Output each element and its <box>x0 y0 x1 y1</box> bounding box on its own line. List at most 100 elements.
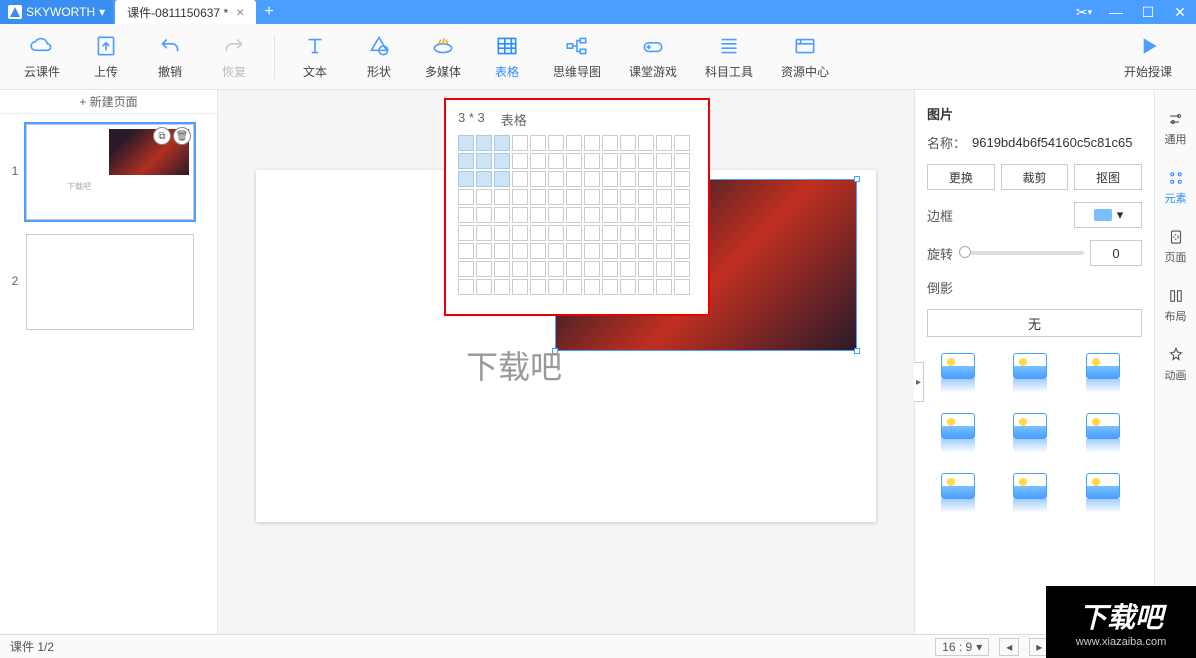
scissors-button[interactable]: ✂▾ <box>1068 0 1100 24</box>
table-grid-cell[interactable] <box>494 207 510 223</box>
table-grid-cell[interactable] <box>530 261 546 277</box>
table-grid-cell[interactable] <box>494 261 510 277</box>
reflect-preset[interactable] <box>941 473 981 513</box>
table-grid-cell[interactable] <box>476 279 492 295</box>
table-grid-cell[interactable] <box>530 279 546 295</box>
table-grid-cell[interactable] <box>548 171 564 187</box>
canvas-text[interactable]: 下载吧 <box>466 342 562 388</box>
table-grid-cell[interactable] <box>674 135 690 151</box>
reflect-preset[interactable] <box>1086 413 1126 453</box>
table-grid-cell[interactable] <box>476 135 492 151</box>
table-grid-cell[interactable] <box>476 153 492 169</box>
reflect-preset[interactable] <box>1086 353 1126 393</box>
table-grid-cell[interactable] <box>476 243 492 259</box>
table-grid-cell[interactable] <box>638 243 654 259</box>
table-grid-cell[interactable] <box>476 225 492 241</box>
table-grid-cell[interactable] <box>566 279 582 295</box>
table-grid-cell[interactable] <box>566 261 582 277</box>
table-grid-cell[interactable] <box>530 225 546 241</box>
table-grid-cell[interactable] <box>548 135 564 151</box>
table-grid-cell[interactable] <box>656 207 672 223</box>
table-grid-cell[interactable] <box>584 153 600 169</box>
shape-button[interactable]: 形状 <box>347 29 411 85</box>
text-button[interactable]: 文本 <box>283 29 347 85</box>
game-button[interactable]: 课堂游戏 <box>615 29 691 85</box>
table-grid-cell[interactable] <box>530 153 546 169</box>
slide-thumbnail-2[interactable]: 2 <box>0 224 217 334</box>
cutout-button[interactable]: 抠图 <box>1074 164 1142 190</box>
table-grid-cell[interactable] <box>530 135 546 151</box>
table-grid-cell[interactable] <box>548 243 564 259</box>
table-grid-cell[interactable] <box>620 189 636 205</box>
table-grid-cell[interactable] <box>548 207 564 223</box>
panel-toggle[interactable]: ▸ <box>914 362 924 402</box>
border-select[interactable]: ▾ <box>1074 202 1142 228</box>
table-grid-cell[interactable] <box>584 225 600 241</box>
table-grid-cell[interactable] <box>638 189 654 205</box>
table-grid-cell[interactable] <box>620 171 636 187</box>
table-grid-cell[interactable] <box>566 171 582 187</box>
table-grid-cell[interactable] <box>458 225 474 241</box>
table-grid-cell[interactable] <box>602 261 618 277</box>
reflect-preset[interactable] <box>1086 473 1126 513</box>
table-grid-cell[interactable] <box>584 135 600 151</box>
table-grid-cell[interactable] <box>458 135 474 151</box>
table-grid-cell[interactable] <box>584 207 600 223</box>
table-grid-cell[interactable] <box>458 279 474 295</box>
table-grid-cell[interactable] <box>566 207 582 223</box>
aspect-ratio-select[interactable]: 16 : 9 ▾ <box>935 638 989 656</box>
table-grid-cell[interactable] <box>512 153 528 169</box>
table-grid-cell[interactable] <box>548 261 564 277</box>
table-grid-cell[interactable] <box>458 261 474 277</box>
table-grid-cell[interactable] <box>602 207 618 223</box>
table-grid-cell[interactable] <box>566 225 582 241</box>
table-grid-cell[interactable] <box>602 171 618 187</box>
resource-button[interactable]: 资源中心 <box>767 29 843 85</box>
brand-menu[interactable]: SKYWORTH ▾ <box>0 0 113 24</box>
table-grid-cell[interactable] <box>566 153 582 169</box>
table-grid-cell[interactable] <box>530 243 546 259</box>
table-grid-cell[interactable] <box>638 225 654 241</box>
table-grid-cell[interactable] <box>584 189 600 205</box>
table-grid-cell[interactable] <box>638 153 654 169</box>
slide-thumbnail-1[interactable]: 1 ⧉ 🗑 下载吧 <box>0 114 217 224</box>
table-grid-cell[interactable] <box>674 189 690 205</box>
table-grid-cell[interactable] <box>674 171 690 187</box>
table-grid-cell[interactable] <box>566 243 582 259</box>
rail-general[interactable]: 通用 <box>1165 110 1187 147</box>
table-size-grid[interactable] <box>458 135 696 296</box>
table-grid-cell[interactable] <box>620 207 636 223</box>
table-grid-cell[interactable] <box>656 243 672 259</box>
table-grid-cell[interactable] <box>638 207 654 223</box>
table-grid-cell[interactable] <box>602 135 618 151</box>
prev-slide-button[interactable]: ◂ <box>999 638 1019 656</box>
table-grid-cell[interactable] <box>620 225 636 241</box>
table-grid-cell[interactable] <box>620 243 636 259</box>
table-grid-cell[interactable] <box>512 207 528 223</box>
table-grid-cell[interactable] <box>566 189 582 205</box>
table-grid-cell[interactable] <box>494 189 510 205</box>
resize-handle[interactable] <box>854 176 860 182</box>
table-grid-cell[interactable] <box>674 279 690 295</box>
crop-button[interactable]: 裁剪 <box>1001 164 1069 190</box>
delete-slide-button[interactable]: 🗑 <box>173 127 191 145</box>
rail-animation[interactable]: 动画 <box>1165 346 1187 383</box>
table-grid-cell[interactable] <box>620 279 636 295</box>
table-grid-cell[interactable] <box>458 189 474 205</box>
table-grid-cell[interactable] <box>602 189 618 205</box>
table-grid-cell[interactable] <box>584 261 600 277</box>
media-button[interactable]: 多媒体 <box>411 29 475 85</box>
table-grid-cell[interactable] <box>584 171 600 187</box>
minimize-button[interactable]: — <box>1100 0 1132 24</box>
resize-handle[interactable] <box>854 348 860 354</box>
table-grid-cell[interactable] <box>638 261 654 277</box>
maximize-button[interactable]: ☐ <box>1132 0 1164 24</box>
table-grid-cell[interactable] <box>656 225 672 241</box>
table-grid-cell[interactable] <box>674 261 690 277</box>
table-grid-cell[interactable] <box>656 153 672 169</box>
table-grid-cell[interactable] <box>674 225 690 241</box>
table-grid-cell[interactable] <box>638 279 654 295</box>
subject-button[interactable]: 科目工具 <box>691 29 767 85</box>
table-grid-cell[interactable] <box>458 171 474 187</box>
table-grid-cell[interactable] <box>476 171 492 187</box>
